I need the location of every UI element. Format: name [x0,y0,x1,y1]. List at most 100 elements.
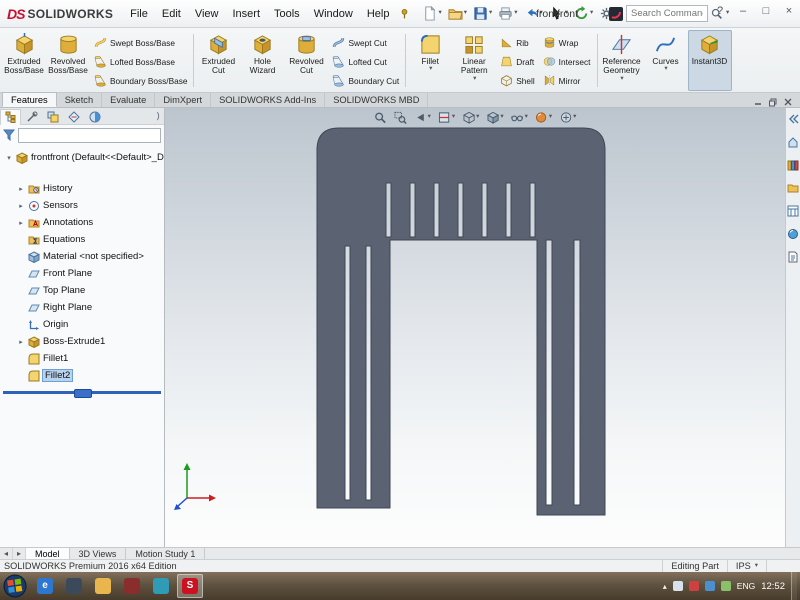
tree-filter-input[interactable] [18,127,161,143]
swept-cut-button[interactable]: Swept Cut [328,33,403,52]
taskbar-app-browser[interactable]: e [32,574,58,598]
units-dropdown[interactable]: IPS ▾ [726,560,766,572]
print-button[interactable]: ▾ [495,4,520,23]
panel-tab-featuremanager[interactable] [0,108,21,125]
taskbar-app-solidworks[interactable]: S [177,574,203,598]
tree-item[interactable]: Equations [0,231,164,248]
tree-item[interactable]: ▸ Boss-Extrude1 [0,333,164,350]
tab-evaluate[interactable]: Evaluate [102,93,156,107]
taskbar-app-app-dark[interactable] [61,574,87,598]
sw-scope-icon[interactable] [608,6,624,22]
wrap-button[interactable]: Wrap [539,33,595,52]
graphics-viewport[interactable]: ▾ ▾ ▾ ▾ ▾ ▾ ▾ [165,108,785,547]
solidworks-resources-button[interactable] [787,136,799,151]
zoom-area-button[interactable] [391,110,410,125]
tab-sketch[interactable]: Sketch [57,93,103,107]
model-canvas[interactable] [165,108,785,547]
tab-solidworks-add-ins[interactable]: SOLIDWORKS Add-Ins [211,93,326,107]
lofted-cut-button[interactable]: Lofted Cut [328,52,403,71]
collapse-arrow-button[interactable] [787,113,799,128]
panel-flyout-chevron-icon[interactable]: ⟩ [152,111,164,122]
boundary-cut-button[interactable]: Boundary Cut [328,71,403,90]
panel-tab-propertymanager[interactable] [21,109,42,125]
revolved-cut-button[interactable]: Revolved Cut [284,30,328,91]
doc-tab-motion-study-1[interactable]: Motion Study 1 [126,548,206,559]
menu-item-view[interactable]: View [188,4,226,24]
language-indicator[interactable]: ENG [737,581,755,591]
close-button[interactable]: × [782,5,796,17]
boundary-boss-base-button[interactable]: Boundary Boss/Base [90,71,191,90]
tab-features[interactable]: Features [2,92,57,107]
panel-tab-displaymanager[interactable] [84,109,105,125]
tab-dimxpert[interactable]: DimXpert [155,93,212,107]
intersect-button[interactable]: Intersect [539,52,595,71]
edit-appearance-button[interactable]: ▾ [532,110,555,125]
new-file-button[interactable]: ▾ [419,4,444,23]
section-view-button[interactable]: ▾ [435,110,458,125]
filter-funnel-icon[interactable] [3,129,15,141]
rib-button[interactable]: Rib [496,33,538,52]
taskbar-app-app-maroon[interactable] [119,574,145,598]
menu-item-tools[interactable]: Tools [267,4,307,24]
rollback-bar[interactable] [3,389,161,398]
menu-item-help[interactable]: Help [360,4,397,24]
expand-caret-icon[interactable]: ▸ [17,202,25,210]
panel-tab-dimxpertmanager[interactable] [63,109,84,125]
expand-caret-icon[interactable]: ▸ [17,338,25,346]
swept-boss-base-button[interactable]: Swept Boss/Base [90,33,191,52]
fillet-button[interactable]: Fillet ▾ [408,30,452,91]
menu-item-insert[interactable]: Insert [225,4,267,24]
minimize-button[interactable]: – [736,5,750,17]
doc-tab-3d-views[interactable]: 3D Views [70,548,127,559]
draft-button[interactable]: Draft [496,52,538,71]
doc-tab-model[interactable]: Model [26,548,70,559]
open-folder-button[interactable]: ▾ [445,4,470,23]
tab-solidworks-mbd[interactable]: SOLIDWORKS MBD [325,93,429,107]
taskbar-app-file-explorer[interactable] [90,574,116,598]
model-solid[interactable] [316,127,606,516]
tree-item[interactable]: Top Plane [0,282,164,299]
tree-item[interactable]: Origin [0,316,164,333]
instant3d-button[interactable]: Instant3D [687,30,732,91]
tree-item[interactable]: ▸ Annotations [0,214,164,231]
mirror-button[interactable]: Mirror [539,71,595,90]
design-library-button[interactable] [787,159,799,174]
view-settings-button[interactable]: ▾ [556,110,579,125]
tray-icon-4[interactable] [720,581,731,591]
tree-item[interactable]: Right Plane [0,299,164,316]
linear-pattern-button[interactable]: Linear Pattern ▾ [452,30,496,91]
extruded-boss-base-button[interactable]: Extruded Boss/Base [2,30,46,91]
restore-doc-icon[interactable] [768,97,778,107]
tabs-scroll-right-icon[interactable]: ▸ [13,548,26,559]
hide-show-items-button[interactable]: ▾ [508,110,531,125]
expand-caret-icon[interactable]: ▸ [17,219,25,227]
menu-item-edit[interactable]: Edit [155,4,188,24]
pin-icon[interactable] [398,7,411,20]
lofted-boss-base-button[interactable]: Lofted Boss/Base [90,52,191,71]
minimize-doc-icon[interactable] [753,97,763,107]
save-button[interactable]: ▾ [470,4,495,23]
reference-geometry-button[interactable]: Reference Geometry ▾ [600,30,644,91]
custom-properties-button[interactable] [787,251,799,266]
shell-button[interactable]: Shell [496,71,538,90]
tree-item[interactable]: Front Plane [0,265,164,282]
tree-item[interactable]: ▸ History [0,180,164,197]
view-palette-button[interactable] [787,205,799,220]
show-desktop-button[interactable] [791,572,797,600]
tree-root-item[interactable]: ▾ frontfront (Default<<Default>_Display [0,149,164,166]
curves-button[interactable]: Curves ▾ [644,30,688,91]
expand-caret-icon[interactable]: ▾ [5,154,13,162]
panel-tab-configurationmanager[interactable] [42,109,63,125]
tree-item[interactable]: Fillet1 [0,350,164,367]
tray-icon-3[interactable] [704,581,715,591]
hole-wizard-button[interactable]: Hole Wizard [240,30,284,91]
extruded-cut-button[interactable]: Extruded Cut [196,30,240,91]
clock[interactable]: 12:52 [761,581,785,592]
tree-item[interactable]: Material <not specified> [0,248,164,265]
menu-item-window[interactable]: Window [307,4,360,24]
start-button[interactable] [3,574,27,598]
revolved-boss-base-button[interactable]: Revolved Boss/Base [46,30,90,91]
view-orientation-button[interactable]: ▾ [459,110,482,125]
expand-caret-icon[interactable]: ▸ [17,185,25,193]
file-explorer-button[interactable] [787,182,799,197]
